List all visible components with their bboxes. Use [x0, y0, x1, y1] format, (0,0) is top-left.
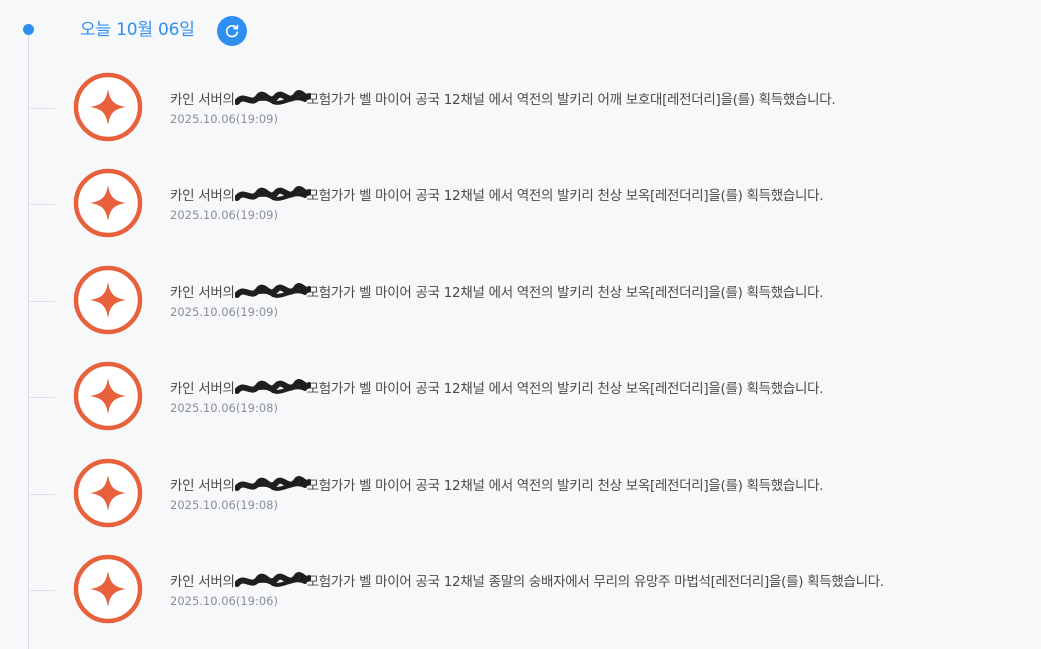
entry-prefix: 카인 서버의: [170, 285, 235, 301]
timeline-tick: [29, 397, 55, 398]
sparkle-icon: [73, 554, 143, 624]
legendary-badge: [73, 554, 143, 624]
entry-suffix: 모험가가 벨 마이어 공국 12채널 에서 역전의 발키리 어깨 보호대[레전더…: [306, 92, 836, 108]
timeline-entry: 카인 서버의 모험가가 벨 마이어 공국 12채널 에서 역전의 발키리 천상 보…: [0, 168, 1041, 244]
timeline-entry: 카인 서버의 모험가가 벨 마이어 공국 12채널 에서 역전의 발키리 천상 보…: [0, 458, 1041, 534]
entry-timestamp: 2025.10.06(19:09): [170, 112, 278, 126]
timeline-tick: [29, 301, 55, 302]
redacted-name: [234, 90, 311, 106]
redacted-name: [234, 572, 311, 588]
entry-message: 카인 서버의 모험가가 벨 마이어 공국 12채널 종말의 숭배자에서 무리의 유…: [170, 570, 884, 590]
entry-message: 카인 서버의 모험가가 벨 마이어 공국 12채널 에서 역전의 발키리 천상 보…: [170, 474, 824, 494]
entry-prefix: 카인 서버의: [170, 478, 235, 494]
entry-timestamp: 2025.10.06(19:08): [170, 401, 278, 415]
legendary-badge: [73, 72, 143, 142]
timeline-entry: 카인 서버의 모험가가 벨 마이어 공국 12채널 에서 역전의 발키리 천상 보…: [0, 361, 1041, 437]
entry-suffix: 모험가가 벨 마이어 공국 12채널 에서 역전의 발키리 천상 보옥[레전더리…: [306, 478, 824, 494]
entry-suffix: 모험가가 벨 마이어 공국 12채널 에서 역전의 발키리 천상 보옥[레전더리…: [306, 188, 824, 204]
timeline-tick: [29, 108, 55, 109]
timeline-dot: [23, 24, 34, 35]
entry-message: 카인 서버의 모험가가 벨 마이어 공국 12채널 에서 역전의 발키리 천상 보…: [170, 184, 824, 204]
timeline-tick: [29, 590, 55, 591]
entry-suffix: 모험가가 벨 마이어 공국 12채널 에서 역전의 발키리 천상 보옥[레전더리…: [306, 285, 824, 301]
sparkle-icon: [73, 265, 143, 335]
entry-message: 카인 서버의 모험가가 벨 마이어 공국 12채널 에서 역전의 발키리 천상 보…: [170, 377, 824, 397]
sparkle-icon: [73, 72, 143, 142]
refresh-icon: [225, 24, 239, 38]
timeline-entry: 카인 서버의 모험가가 벨 마이어 공국 12채널 에서 역전의 발키리 어깨 보…: [0, 72, 1041, 148]
entry-message: 카인 서버의 모험가가 벨 마이어 공국 12채널 에서 역전의 발키리 어깨 보…: [170, 88, 836, 108]
legendary-badge: [73, 458, 143, 528]
activity-timeline: 오늘 10월 06일 카인 서버의모험가가 벨 마이어 공국 12채널 에서 역…: [0, 0, 1041, 649]
entry-message: 카인 서버의 모험가가 벨 마이어 공국 12채널 에서 역전의 발키리 천상 보…: [170, 281, 824, 301]
legendary-badge: [73, 361, 143, 431]
entry-prefix: 카인 서버의: [170, 381, 235, 397]
entry-prefix: 카인 서버의: [170, 574, 235, 590]
redacted-name: [234, 186, 311, 202]
entry-timestamp: 2025.10.06(19:09): [170, 208, 278, 222]
redacted-name: [234, 283, 311, 299]
legendary-badge: [73, 168, 143, 238]
entry-suffix: 모험가가 벨 마이어 공국 12채널 에서 역전의 발키리 천상 보옥[레전더리…: [306, 381, 824, 397]
sparkle-icon: [73, 168, 143, 238]
timeline-tick: [29, 494, 55, 495]
sparkle-icon: [73, 361, 143, 431]
timeline-entry: 카인 서버의 모험가가 벨 마이어 공국 12채널 에서 역전의 발키리 천상 보…: [0, 265, 1041, 341]
date-header: 오늘 10월 06일: [80, 20, 195, 40]
refresh-button[interactable]: [217, 16, 247, 46]
timeline-entry: 카인 서버의 모험가가 벨 마이어 공국 12채널 종말의 숭배자에서 무리의 유…: [0, 554, 1041, 630]
entry-timestamp: 2025.10.06(19:09): [170, 305, 278, 319]
redacted-name: [234, 476, 311, 492]
legendary-badge: [73, 265, 143, 335]
entry-suffix: 모험가가 벨 마이어 공국 12채널 종말의 숭배자에서 무리의 유망주 마법석…: [306, 574, 885, 590]
redacted-name: [234, 379, 311, 395]
sparkle-icon: [73, 458, 143, 528]
entry-prefix: 카인 서버의: [170, 188, 235, 204]
entry-timestamp: 2025.10.06(19:08): [170, 498, 278, 512]
entry-prefix: 카인 서버의: [170, 92, 235, 108]
timeline-tick: [29, 204, 55, 205]
entry-timestamp: 2025.10.06(19:06): [170, 594, 278, 608]
